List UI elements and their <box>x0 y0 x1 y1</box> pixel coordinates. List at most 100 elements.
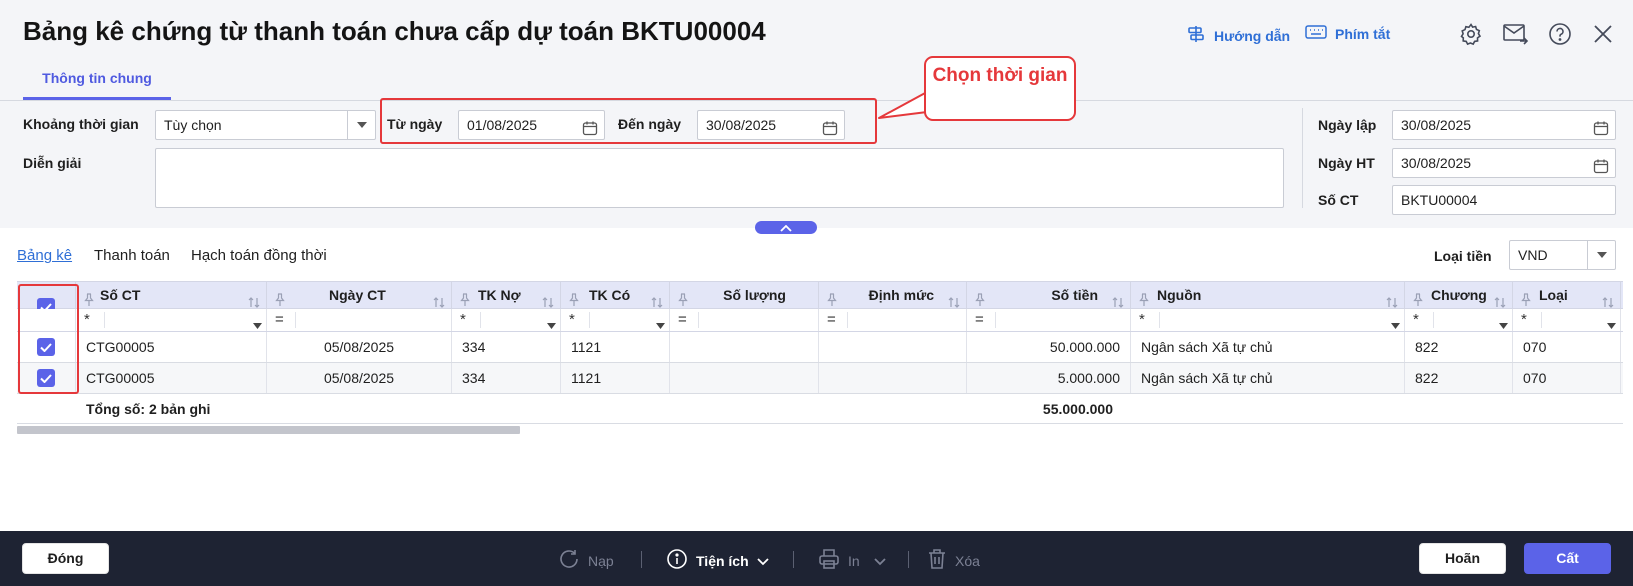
keyboard-icon <box>1305 24 1327 43</box>
cell-so-luong <box>670 332 819 362</box>
subtab-concurrent-accounting[interactable]: Hạch toán đồng thời <box>191 247 327 264</box>
filter-cell-so-luong[interactable]: = <box>670 309 819 331</box>
help-label: Hướng dẫn <box>1214 27 1291 44</box>
filter-cell-ngay-ct[interactable]: = <box>267 309 452 331</box>
filter-cell-dinh-muc[interactable]: = <box>819 309 967 331</box>
cell-dinh-muc <box>819 332 967 362</box>
column-header-tk-no[interactable]: TK Nợ <box>452 282 561 309</box>
chevron-down-icon[interactable] <box>1499 317 1508 332</box>
print-label: In <box>848 552 860 569</box>
column-label: Chương <box>1431 287 1487 303</box>
cell-tk-no: 334 <box>452 363 561 393</box>
document-number-input[interactable]: BKTU00004 <box>1392 185 1616 215</box>
save-button[interactable]: Cất <box>1524 543 1611 574</box>
column-header-ngay-ct[interactable]: Ngày CT <box>267 282 452 309</box>
filter-operator[interactable]: * <box>1521 311 1527 328</box>
description-input[interactable] <box>155 148 1284 208</box>
filter-operator[interactable]: * <box>1139 311 1145 328</box>
subtab-payment[interactable]: Thanh toán <box>94 247 170 264</box>
cell-tk-co: 1121 <box>561 363 670 393</box>
cell-tk-no: 334 <box>452 332 561 362</box>
posting-date-label: Ngày HT <box>1318 155 1375 171</box>
close-button[interactable]: Đóng <box>22 543 109 574</box>
filter-cell-so-tien[interactable]: = <box>967 309 1131 331</box>
undo-button[interactable]: Hoãn <box>1419 543 1506 574</box>
cell-loai: 070 <box>1513 332 1621 362</box>
subtab-statement[interactable]: Bảng kê <box>17 247 72 264</box>
column-label: Số tiền <box>1051 287 1098 303</box>
mail-forward-icon[interactable] <box>1502 20 1530 48</box>
horizontal-scrollbar[interactable] <box>17 426 520 434</box>
chevron-down-icon[interactable] <box>547 317 556 332</box>
period-select[interactable]: Tùy chọn <box>155 110 376 140</box>
reload-label: Nạp <box>588 552 614 569</box>
filter-operator[interactable]: = <box>827 311 836 328</box>
chevron-down-icon[interactable] <box>253 317 262 332</box>
gear-icon[interactable] <box>1457 20 1485 48</box>
toolbar-divider <box>908 551 909 568</box>
column-header-so-luong[interactable]: Số lượng <box>670 282 819 309</box>
chevron-down-icon[interactable] <box>1391 317 1400 332</box>
column-header-chuong[interactable]: Chương <box>1405 282 1513 309</box>
filter-operator[interactable]: * <box>460 311 466 328</box>
print-button[interactable]: In <box>818 548 886 573</box>
table-row[interactable]: CTG00005 05/08/2025 334 1121 50.000.000 … <box>17 332 1623 363</box>
delete-button[interactable]: Xóa <box>927 548 980 573</box>
chevron-down-icon[interactable] <box>656 317 665 332</box>
callout-pointer <box>878 91 928 119</box>
column-header-loai[interactable]: Loại <box>1513 282 1621 309</box>
filter-operator[interactable]: = <box>275 311 284 328</box>
help-button[interactable]: Hướng dẫn <box>1186 24 1290 47</box>
table-row[interactable]: CTG00005 05/08/2025 334 1121 5.000.000 N… <box>17 363 1623 394</box>
chevron-up-icon <box>780 220 792 235</box>
shortcuts-button[interactable]: Phím tắt <box>1305 24 1390 43</box>
column-header-so-tien[interactable]: Số tiền <box>967 282 1131 309</box>
filter-cell-nguon[interactable]: * <box>1131 309 1405 331</box>
posting-date-input[interactable]: 30/08/2025 <box>1392 148 1616 178</box>
filter-cell-chuong[interactable]: * <box>1405 309 1513 331</box>
currency-select[interactable]: VND <box>1509 240 1616 270</box>
record-count: Tổng số: 2 bản ghi <box>86 401 211 417</box>
calendar-icon <box>1593 155 1609 183</box>
refresh-icon <box>558 548 580 573</box>
collapse-form-button[interactable] <box>755 221 817 234</box>
filter-cell-so-ct[interactable]: * <box>76 309 267 331</box>
column-label: Định mức <box>868 287 934 303</box>
grid-header: Số CT Ngày CT TK Nợ TK Có Số lượng Định … <box>17 281 1623 316</box>
close-icon[interactable] <box>1589 20 1617 48</box>
cell-ngay-ct: 05/08/2025 <box>267 363 452 393</box>
cell-loai: 070 <box>1513 363 1621 393</box>
filter-operator[interactable]: * <box>569 311 575 328</box>
filter-cell-tk-no[interactable]: * <box>452 309 561 331</box>
column-header-nguon[interactable]: Nguồn <box>1131 282 1405 309</box>
column-header-dinh-muc[interactable]: Định mức <box>819 282 967 309</box>
filter-operator[interactable]: * <box>84 311 90 328</box>
reload-button[interactable]: Nạp <box>558 548 614 573</box>
filter-cell-tk-co[interactable]: * <box>561 309 670 331</box>
filter-cell-loai[interactable]: * <box>1513 309 1621 331</box>
cell-nguon: Ngân sách Xã tự chủ <box>1131 332 1405 362</box>
checkbox-column-highlight <box>18 284 79 394</box>
column-label: TK Nợ <box>478 287 521 303</box>
document-number-label: Số CT <box>1318 192 1359 208</box>
filter-operator[interactable]: * <box>1413 311 1419 328</box>
posting-date-value: 30/08/2025 <box>1401 155 1472 171</box>
filter-operator[interactable]: = <box>975 311 984 328</box>
calendar-icon <box>1593 117 1609 145</box>
question-icon[interactable] <box>1546 20 1574 48</box>
toolbar-divider <box>793 551 794 568</box>
cell-so-tien: 50.000.000 <box>967 332 1131 362</box>
filter-operator[interactable]: = <box>678 311 687 328</box>
cell-chuong: 822 <box>1405 332 1513 362</box>
column-header-tk-co[interactable]: TK Có <box>561 282 670 309</box>
utilities-button[interactable]: Tiện ích <box>666 548 769 573</box>
cell-ngay-ct: 05/08/2025 <box>267 332 452 362</box>
footer-toolbar: Đóng Nạp Tiện ích In Xóa Hoãn Cất <box>0 531 1633 586</box>
column-header-so-ct[interactable]: Số CT <box>76 282 267 309</box>
chevron-down-icon <box>757 553 769 569</box>
chevron-down-icon[interactable] <box>1607 317 1616 332</box>
created-date-input[interactable]: 30/08/2025 <box>1392 110 1616 140</box>
tab-general-info[interactable]: Thông tin chung <box>23 60 171 100</box>
trash-icon <box>927 548 947 573</box>
cell-tk-co: 1121 <box>561 332 670 362</box>
